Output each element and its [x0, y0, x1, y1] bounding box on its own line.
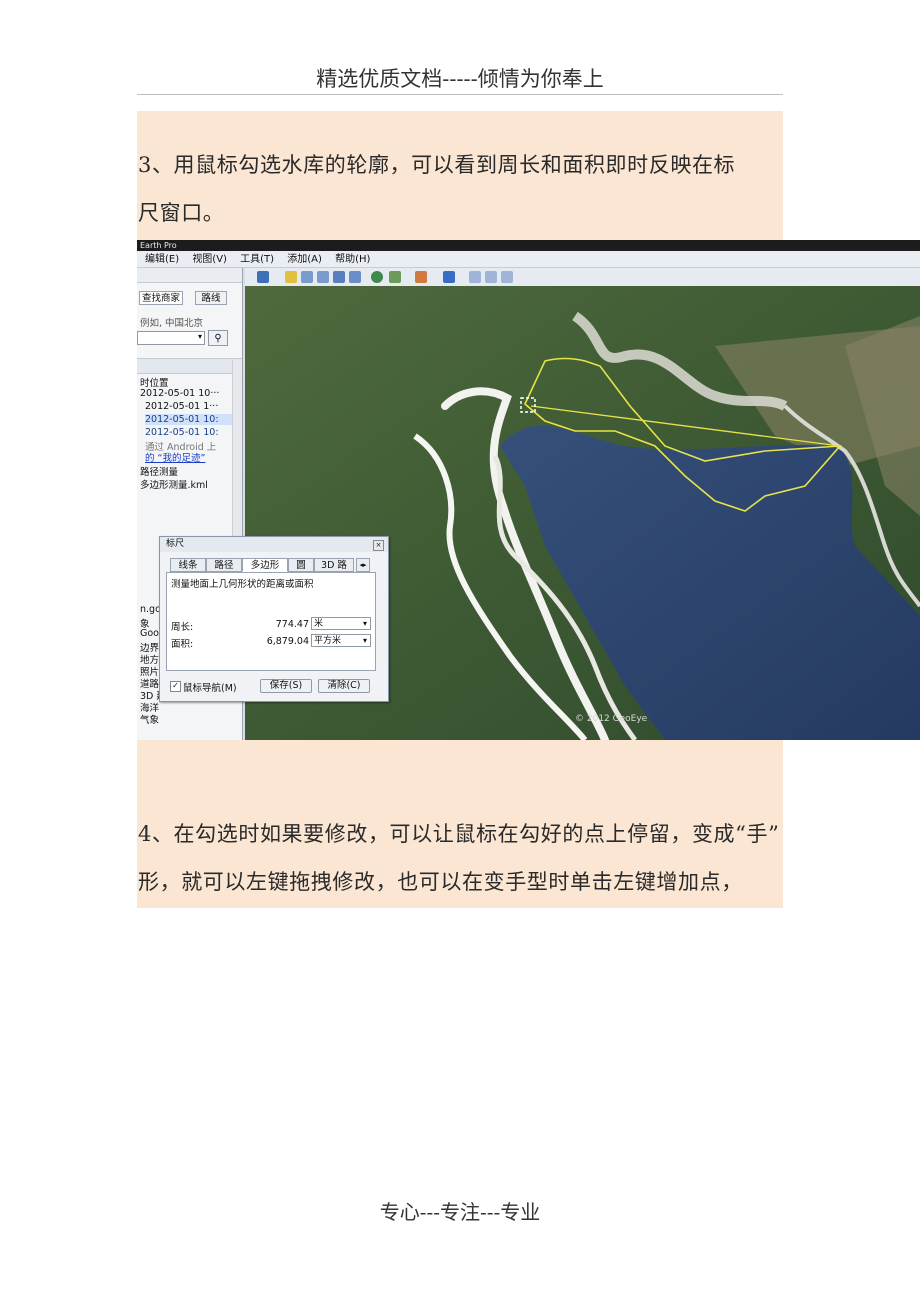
tab-directions[interactable]: 路线: [195, 291, 227, 305]
step3-line2: 尺窗口。: [138, 201, 225, 225]
save-button[interactable]: 保存(S): [260, 679, 312, 693]
path-tool-icon[interactable]: [317, 271, 329, 283]
mouse-nav-label: 鼠标导航(M): [183, 683, 237, 694]
perimeter-value: 774.47: [275, 619, 309, 630]
search-input[interactable]: ▾: [137, 331, 205, 345]
globe-icon[interactable]: [371, 271, 383, 283]
step4-line1: 4、在勾选时如果要修改，可以让鼠标在勾好的点上停留，变成“手”: [138, 822, 780, 846]
place-item-selected[interactable]: 2012-05-01 10:: [145, 414, 235, 425]
tab-polygon[interactable]: 多边形: [242, 558, 288, 572]
search-icon[interactable]: ⚲: [208, 330, 228, 346]
perimeter-unit-select[interactable]: 米: [311, 617, 371, 630]
path-measure-item[interactable]: 路径测量: [140, 464, 178, 478]
place-item[interactable]: 2012-05-01 10···: [140, 388, 219, 399]
dropdown-arrow-icon: ▾: [197, 332, 202, 341]
ruler-dialog-title: 标尺: [160, 537, 388, 552]
tab-scroll-icon[interactable]: ◂▸: [356, 558, 370, 572]
print-icon[interactable]: [485, 271, 497, 283]
step3-line1: 3、用鼠标勾选水库的轮廓，可以看到周长和面积即时反映在标: [138, 153, 736, 177]
sun-icon[interactable]: [389, 271, 401, 283]
map-view-icon[interactable]: [501, 271, 513, 283]
google-earth-screenshot: Earth Pro 编辑(E) 视图(V) 工具(T) 添加(A) 帮助(H) …: [137, 240, 920, 740]
tab-find-business[interactable]: 查找商家: [139, 291, 183, 305]
places-heading: 时位置: [140, 378, 169, 389]
page-footer: 专心---专注---专业: [379, 1200, 541, 1224]
tab-path[interactable]: 路径: [206, 558, 242, 572]
page-header: 精选优质文档-----倾情为你奉上: [316, 67, 604, 91]
menu-add[interactable]: 添加(A): [287, 254, 322, 265]
menu-edit[interactable]: 编辑(E): [145, 254, 179, 265]
polygon-tool-icon[interactable]: [301, 271, 313, 283]
ruler-dialog: 标尺 × 线条 路径 多边形 圆 3D 路 ◂▸ 测量地面上几何形状的距离或面积…: [159, 536, 389, 702]
perimeter-label: 周长:: [171, 622, 194, 633]
header-divider: [137, 94, 783, 95]
menu-tools[interactable]: 工具(T): [240, 254, 274, 265]
window-title: Earth Pro: [137, 240, 920, 251]
place-item[interactable]: 2012-05-01 1···: [145, 401, 218, 412]
layer-item[interactable]: 气象: [140, 712, 159, 726]
tour-icon[interactable]: [349, 271, 361, 283]
tab-line[interactable]: 线条: [170, 558, 206, 572]
search-placeholder: 例如, 中国北京: [140, 318, 204, 329]
menu-help[interactable]: 帮助(H): [335, 254, 370, 265]
toolbar: [245, 268, 920, 286]
sidebar-toggle-icon[interactable]: [257, 271, 269, 283]
clear-button[interactable]: 清除(C): [318, 679, 370, 693]
overlay-icon[interactable]: [333, 271, 345, 283]
mouse-nav-checkbox[interactable]: ✓: [170, 681, 181, 692]
layer-item[interactable]: n.go: [140, 604, 161, 615]
ruler-description: 测量地面上几何形状的距离或面积: [171, 579, 314, 590]
sidebar-scrollbar[interactable]: [232, 360, 242, 540]
polygon-kml-item[interactable]: 多边形测量.kml: [140, 477, 208, 491]
tab-circle[interactable]: 圆: [288, 558, 314, 572]
area-label: 面积:: [171, 639, 194, 650]
step4-line2: 形，就可以左键拖拽修改，也可以在变手型时单击左键增加点，: [138, 870, 743, 894]
area-unit-select[interactable]: 平方米: [311, 634, 371, 647]
email-icon[interactable]: [469, 271, 481, 283]
place-item[interactable]: 2012-05-01 10:: [145, 427, 219, 438]
tab-3d-path[interactable]: 3D 路: [314, 558, 354, 572]
sidebar-panel-icon[interactable]: [443, 271, 455, 283]
close-icon[interactable]: ×: [373, 540, 384, 551]
menu-view[interactable]: 视图(V): [192, 254, 227, 265]
ruler-panel: 测量地面上几何形状的距离或面积 周长: 774.47 米 面积: 6,879.0…: [166, 572, 376, 671]
map-credit: © 2012 GeoEye: [575, 714, 648, 724]
ruler-icon[interactable]: [415, 271, 427, 283]
area-value: 6,879.04: [266, 636, 309, 647]
my-tracks-link[interactable]: 的 “我的足迹”: [145, 450, 205, 464]
menu-bar: 编辑(E) 视图(V) 工具(T) 添加(A) 帮助(H): [137, 251, 920, 268]
placemark-icon[interactable]: [285, 271, 297, 283]
